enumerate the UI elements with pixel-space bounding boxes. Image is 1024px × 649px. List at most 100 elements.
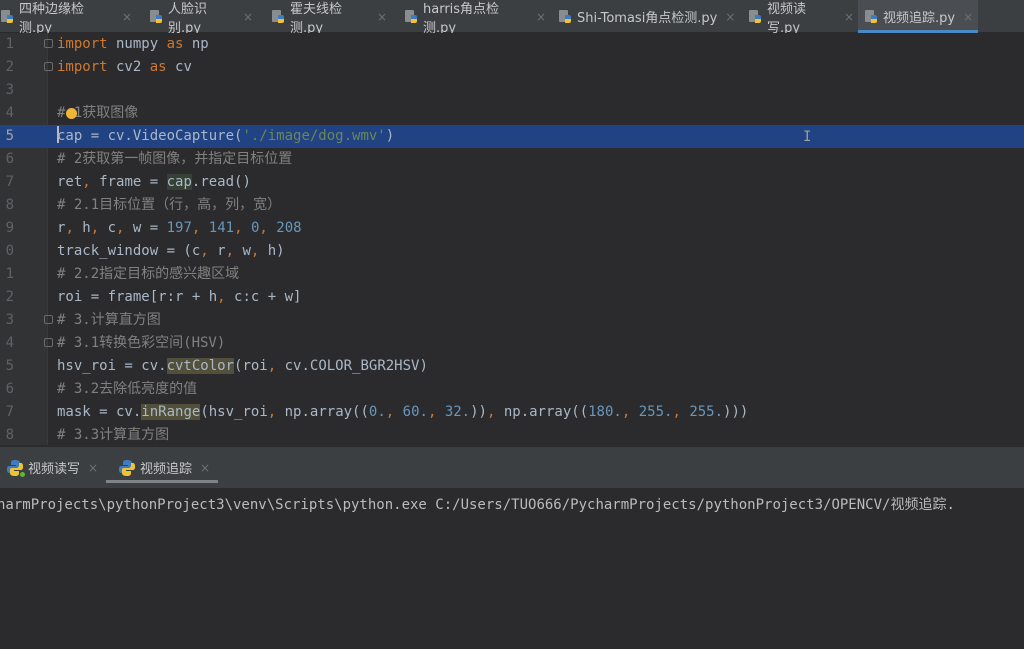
- code-text: import cv2 as cv: [57, 59, 192, 75]
- close-icon[interactable]: ×: [963, 10, 973, 24]
- text-cursor-icon: I: [803, 129, 812, 145]
- code-line[interactable]: 9 r, h, c, w = 197, 141, 0, 208: [0, 217, 1024, 240]
- python-file-icon: [149, 9, 165, 25]
- code-text: # 2.1目标位置（行，高，列，宽）: [57, 197, 282, 213]
- line-number: 2: [5, 59, 14, 75]
- editor-tab[interactable]: 人脸识别.py ×: [143, 0, 253, 36]
- run-tab-label: 视频追踪: [140, 462, 193, 477]
- fold-marker-icon[interactable]: [44, 338, 53, 347]
- tab-label: 霍夫线检测.py: [290, 1, 343, 36]
- code-line[interactable]: 6 # 3.2去除低亮度的值: [0, 378, 1024, 401]
- code-text: # 3.1转换色彩空间(HSV): [57, 335, 226, 351]
- editor-tab-bar: 四种边缘检测.py × 人脸识别.py × 霍夫线检测.py × harris角…: [0, 0, 1024, 36]
- code-line[interactable]: 5 cap = cv.VideoCapture('./image/dog.wmv'…: [0, 125, 1024, 148]
- code-text: cap = cv.VideoCapture('./image/dog.wmv'): [57, 126, 395, 144]
- code-line[interactable]: 3 # 3.计算直方图: [0, 309, 1024, 332]
- editor-tab[interactable]: 四种边缘检测.py ×: [0, 0, 132, 36]
- python-file-icon: [748, 9, 764, 25]
- editor-tab-active[interactable]: 视频追踪.py ×: [858, 0, 978, 33]
- python-file-icon: [558, 9, 574, 25]
- code-line[interactable]: 4 # 3.1转换色彩空间(HSV): [0, 332, 1024, 355]
- code-line[interactable]: 0 track_window = (c, r, w, h): [0, 240, 1024, 263]
- close-icon[interactable]: ×: [844, 10, 854, 24]
- tab-label: 四种边缘检测.py: [19, 1, 85, 36]
- lightbulb-icon[interactable]: [66, 108, 77, 119]
- code-text: roi = frame[r:r + h, c:c + w]: [57, 289, 302, 305]
- code-line[interactable]: 4 # 1获取图像: [0, 102, 1024, 125]
- tab-label: 人脸识别.py: [168, 1, 208, 36]
- line-number: 4: [5, 105, 14, 121]
- python-file-icon: [0, 9, 16, 25]
- fold-marker-icon[interactable]: [44, 39, 53, 48]
- code-line[interactable]: 3: [0, 79, 1024, 102]
- line-number: 3: [5, 312, 14, 328]
- code-line[interactable]: 5 hsv_roi = cv.cvtColor(roi, cv.COLOR_BGR…: [0, 355, 1024, 378]
- line-number: 7: [5, 174, 14, 190]
- code-line[interactable]: 6 # 2获取第一帧图像，并指定目标位置: [0, 148, 1024, 171]
- code-text: # 2获取第一帧图像，并指定目标位置: [57, 151, 293, 167]
- line-number: 8: [5, 427, 14, 443]
- code-line[interactable]: 8 # 3.3计算直方图: [0, 424, 1024, 445]
- line-number: 5: [5, 128, 14, 144]
- code-line[interactable]: 7 mask = cv.inRange(hsv_roi, np.array((0.…: [0, 401, 1024, 424]
- tab-label: 视频读写.py: [767, 1, 807, 36]
- code-line[interactable]: 2 import cv2 as cv: [0, 56, 1024, 79]
- line-number: 1: [5, 266, 14, 282]
- fold-marker-icon[interactable]: [44, 315, 53, 324]
- code-text: # 3.计算直方图: [57, 312, 161, 328]
- close-icon[interactable]: ×: [725, 10, 735, 24]
- line-number: 5: [5, 358, 14, 374]
- run-tool-window-tabs: 视频读写 × 视频追踪 ×: [0, 446, 1024, 488]
- python-run-icon: [6, 459, 25, 477]
- run-tab[interactable]: 视频读写 ×: [0, 447, 104, 488]
- close-icon[interactable]: ×: [122, 10, 132, 24]
- code-text: # 3.3计算直方图: [57, 427, 170, 443]
- python-run-icon: [118, 459, 136, 477]
- code-line[interactable]: 2 roi = frame[r:r + h, c:c + w]: [0, 286, 1024, 309]
- tab-label: harris角点检测.py: [423, 1, 500, 36]
- code-text: r, h, c, w = 197, 141, 0, 208: [57, 220, 302, 236]
- code-text: track_window = (c, r, w, h): [57, 243, 285, 259]
- code-text: # 3.2去除低亮度的值: [57, 381, 198, 397]
- line-number: 7: [5, 404, 14, 420]
- code-text: import numpy as np: [57, 36, 209, 52]
- python-file-icon: [271, 9, 287, 25]
- line-number: 6: [5, 151, 14, 167]
- code-line[interactable]: 1 # 2.2指定目标的感兴趣区域: [0, 263, 1024, 286]
- editor-tab[interactable]: 霍夫线检测.py ×: [265, 0, 387, 36]
- code-line[interactable]: 1 import numpy as np: [0, 33, 1024, 56]
- close-icon[interactable]: ×: [200, 461, 210, 475]
- run-console[interactable]: harmProjects\pythonProject3\venv\Scripts…: [0, 488, 1024, 649]
- code-text: mask = cv.inRange(hsv_roi, np.array((0.,…: [57, 404, 749, 420]
- tab-label: 视频追踪.py: [883, 11, 956, 26]
- code-text: # 2.2指定目标的感兴趣区域: [57, 266, 240, 282]
- line-number: 6: [5, 381, 14, 397]
- editor-tab[interactable]: Shi-Tomasi角点检测.py ×: [552, 0, 736, 33]
- text-caret: [57, 126, 59, 143]
- editor-tab[interactable]: 视频读写.py ×: [742, 0, 854, 36]
- console-output-line: harmProjects\pythonProject3\venv\Scripts…: [0, 497, 955, 513]
- line-number: 9: [5, 220, 14, 236]
- code-line[interactable]: 8 # 2.1目标位置（行，高，列，宽）: [0, 194, 1024, 217]
- line-number: 4: [5, 335, 14, 351]
- editor-tab[interactable]: harris角点检测.py ×: [398, 0, 546, 36]
- fold-marker-icon[interactable]: [44, 62, 53, 71]
- running-indicator-icon: [20, 471, 25, 477]
- close-icon[interactable]: ×: [243, 10, 253, 24]
- python-file-icon: [404, 9, 420, 25]
- code-editor[interactable]: 1 import numpy as np 2 import cv2 as cv 3 4 # …: [0, 33, 1024, 445]
- close-icon[interactable]: ×: [536, 10, 546, 24]
- python-file-icon: [864, 9, 880, 25]
- tab-label: Shi-Tomasi角点检测.py: [577, 11, 718, 26]
- close-icon[interactable]: ×: [88, 461, 98, 475]
- line-number: 3: [5, 82, 14, 98]
- run-tab-label: 视频读写: [28, 462, 81, 477]
- line-number: 2: [5, 289, 14, 305]
- code-text: ret, frame = cap.read(): [57, 174, 251, 190]
- code-text: hsv_roi = cv.cvtColor(roi, cv.COLOR_BGR2…: [57, 358, 428, 374]
- close-icon[interactable]: ×: [377, 10, 387, 24]
- line-number: 8: [5, 197, 14, 213]
- line-number: 0: [5, 243, 14, 259]
- code-line[interactable]: 7 ret, frame = cap.read(): [0, 171, 1024, 194]
- run-tab-active[interactable]: 视频追踪 ×: [106, 447, 218, 488]
